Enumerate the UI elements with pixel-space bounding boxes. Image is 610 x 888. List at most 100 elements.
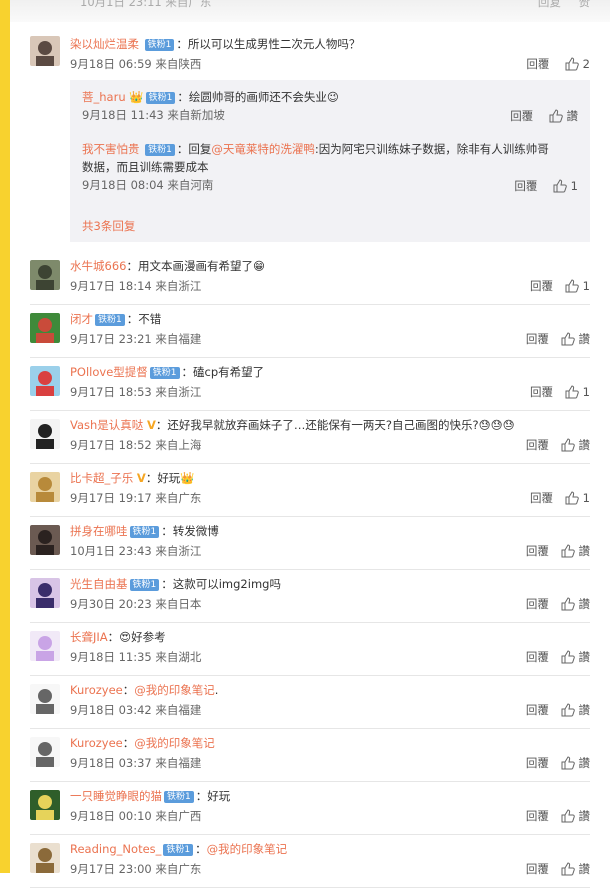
- avatar[interactable]: [30, 472, 60, 502]
- like-button[interactable]: 讚: [561, 649, 590, 665]
- avatar[interactable]: [30, 843, 60, 873]
- username[interactable]: 染以灿烂温柔: [70, 37, 139, 51]
- reply-button[interactable]: 回覆: [530, 490, 553, 506]
- more-replies-link[interactable]: 共3条回复: [82, 218, 135, 234]
- reply-button[interactable]: 回覆: [526, 56, 549, 72]
- reply-button[interactable]: 回覆: [526, 331, 549, 347]
- like-button[interactable]: 1: [553, 179, 578, 193]
- like-button[interactable]: 1: [565, 490, 590, 506]
- reply-item: 菩_haru 👑 铁粉1 ：绘圆帅哥的画师还不会失业😉 9月18日 11:43 来自…: [82, 88, 578, 124]
- like-button[interactable]: 讚: [561, 808, 590, 824]
- avatar[interactable]: [30, 419, 60, 449]
- mention-link[interactable]: @我的印象笔记: [207, 842, 288, 856]
- avatar[interactable]: [30, 260, 60, 290]
- username[interactable]: Kurozyee: [70, 683, 123, 697]
- username[interactable]: Vash是认真哒: [70, 418, 143, 432]
- like-label: 讚: [578, 332, 591, 346]
- reply-button[interactable]: 回覆: [526, 861, 549, 877]
- like-label: 讚: [578, 544, 591, 558]
- comment-meta: 10月1日 23:11 来自广东: [80, 0, 212, 9]
- mention-link[interactable]: @天竜莱特的洗濯鸭: [211, 142, 315, 156]
- comment-item: POllove型提督 铁粉1 ：磕cp有希望了 9月17日 18:53 来自浙江 回覆 …: [30, 358, 590, 411]
- reply-text-cont: :因为阿宅只训练妹子数据，除非有人训练帅哥: [314, 142, 549, 156]
- reply-button[interactable]: 回覆: [526, 808, 549, 824]
- avatar[interactable]: [30, 313, 60, 343]
- mention-link[interactable]: @我的印象笔记: [134, 736, 215, 750]
- like-button[interactable]: 1: [565, 384, 590, 400]
- reply-button[interactable]: 回覆: [530, 278, 553, 294]
- avatar[interactable]: [30, 525, 60, 555]
- avatar[interactable]: [30, 578, 60, 608]
- comment-item: 一只睡觉睁眼的猫 铁粉1 ：好玩 9月18日 00:10 来自广西 回覆 讚: [30, 782, 590, 835]
- mention-link[interactable]: @我的印象笔记: [134, 683, 215, 697]
- like-label: 讚: [578, 650, 591, 664]
- avatar[interactable]: [30, 790, 60, 820]
- username[interactable]: 菩_haru: [82, 90, 126, 104]
- username[interactable]: 长聋JIA: [70, 630, 108, 644]
- avatar[interactable]: [30, 631, 60, 661]
- avatar[interactable]: [30, 366, 60, 396]
- comment-meta: 9月17日 23:21 来自福建: [70, 332, 202, 346]
- vip-badge: V: [146, 418, 156, 432]
- avatar[interactable]: [30, 684, 60, 714]
- like-button[interactable]: 赞: [579, 0, 591, 9]
- thumbs-up-icon: [565, 385, 579, 399]
- separator: ：: [181, 365, 194, 379]
- reply-button[interactable]: 回覆: [526, 437, 549, 453]
- reply-button[interactable]: 回覆: [526, 543, 549, 559]
- crown-icon: 👑: [129, 90, 144, 104]
- previous-comment-fragment: 10月1日 23:11 来自广东 回复 赞: [10, 0, 610, 22]
- thumbs-up-icon: [561, 809, 575, 823]
- avatar[interactable]: [30, 737, 60, 767]
- username[interactable]: 拼身在哪哇: [70, 524, 128, 538]
- like-button[interactable]: 讚: [561, 702, 590, 718]
- username[interactable]: 闭才: [70, 312, 93, 326]
- username[interactable]: Kurozyee: [70, 736, 123, 750]
- reply-button[interactable]: 回覆: [514, 178, 537, 194]
- like-button[interactable]: 讚: [549, 108, 578, 124]
- avatar[interactable]: [30, 36, 60, 66]
- username[interactable]: 一只睡觉睁眼的猫: [70, 789, 162, 803]
- username[interactable]: Reading_Notes_: [70, 842, 161, 856]
- like-button[interactable]: 讚: [561, 861, 590, 877]
- like-label: 讚: [578, 756, 591, 770]
- reply-button[interactable]: 回覆: [526, 755, 549, 771]
- username[interactable]: 水牛城666: [70, 259, 126, 273]
- like-button[interactable]: 讚: [561, 543, 590, 559]
- comment-item: 光生自由基 铁粉1 ：这款可以img2img吗 9月30日 20:23 来自日本 回覆 …: [30, 570, 590, 623]
- username[interactable]: POllove型提督: [70, 365, 148, 379]
- reply-button[interactable]: 回覆: [526, 702, 549, 718]
- separator: ：: [195, 789, 208, 803]
- comment-item: 水牛城666：用文本画漫画有希望了😁 9月17日 18:14 来自浙江 回覆 1: [30, 252, 590, 305]
- like-button[interactable]: 讚: [561, 596, 590, 612]
- reply-button[interactable]: 回覆: [510, 108, 533, 124]
- like-button[interactable]: 讚: [561, 437, 590, 453]
- separator: ：: [122, 736, 135, 750]
- username[interactable]: 比卡超_子乐: [70, 471, 133, 485]
- separator: ：: [155, 418, 168, 432]
- like-button[interactable]: 讚: [561, 755, 590, 771]
- comment-item: Vash是认真哒 V：还好我早就放弃画妹子了…还能保有一两天?自己画图的快乐?😓…: [30, 411, 590, 464]
- fan-badge: 铁粉1: [164, 791, 194, 803]
- username[interactable]: 我不害怕贵: [82, 142, 140, 156]
- like-button[interactable]: 2: [565, 56, 590, 72]
- emoji-icon: 😁: [252, 259, 265, 273]
- like-button[interactable]: 1: [565, 278, 590, 294]
- reply-button[interactable]: 回覆: [526, 596, 549, 612]
- username[interactable]: 光生自由基: [70, 577, 128, 591]
- reply-button[interactable]: 回复: [538, 0, 561, 9]
- separator: ：: [126, 259, 138, 273]
- thumbs-up-icon: [549, 109, 563, 123]
- emoji-icon: 👑: [180, 471, 195, 485]
- thumbs-up-icon: [561, 862, 575, 876]
- reply-button[interactable]: 回覆: [530, 384, 553, 400]
- comment-text: 不错: [138, 312, 162, 326]
- thumbs-up-icon: [553, 179, 567, 193]
- comment-text: 好玩: [157, 471, 181, 485]
- comment-item: 长聋JIA：😍好参考 9月18日 11:35 来自湖北 回覆 讚: [30, 623, 590, 676]
- like-label: 讚: [578, 809, 591, 823]
- reply-thread: 菩_haru 👑 铁粉1 ：绘圆帅哥的画师还不会失业😉 9月18日 11:43 来自…: [70, 80, 590, 242]
- like-button[interactable]: 讚: [561, 331, 590, 347]
- comment-meta: 9月18日 11:35 来自湖北: [70, 650, 202, 664]
- reply-button[interactable]: 回覆: [526, 649, 549, 665]
